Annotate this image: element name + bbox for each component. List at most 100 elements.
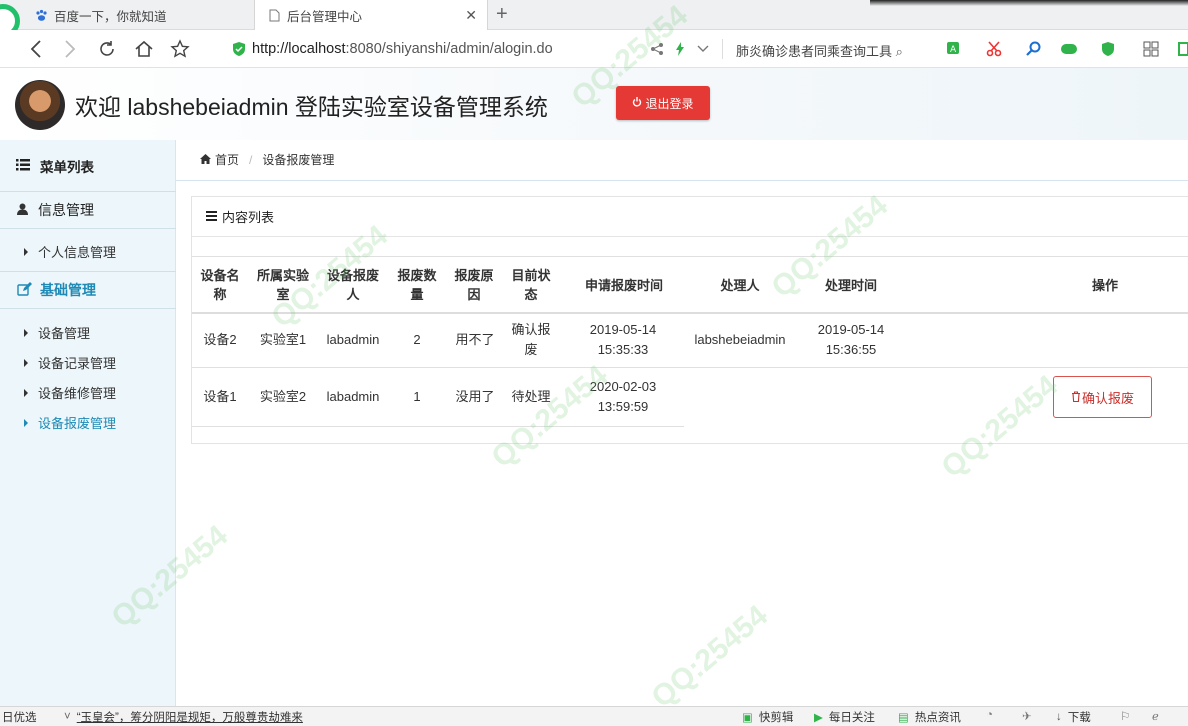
bookmark-star-icon[interactable] (168, 37, 192, 61)
column-header-name: 设备名称 (200, 268, 240, 302)
breadcrumb: 首页 / 设备报废管理 (200, 151, 334, 168)
tab-label: 后台管理中心 (287, 9, 363, 24)
status-left-text[interactable]: 日优选 (2, 709, 37, 725)
tab-label: 百度一下，你就知道 (54, 9, 167, 24)
power-icon (632, 96, 642, 110)
confirm-scrap-label: 确认报废 (1081, 390, 1134, 406)
cell-apply-time: 2019-05-14 15:35:33 (589, 322, 657, 357)
cell-handler: labshebeiadmin (694, 332, 786, 347)
url-text: http://localhost:8080/shiyanshi/admin/al… (252, 41, 553, 57)
close-tab-icon[interactable]: ✕ (465, 7, 477, 24)
list-icon (16, 158, 30, 174)
secure-shield-icon (233, 42, 245, 56)
breadcrumb-current: 设备报废管理 (262, 153, 335, 167)
search-suggestion[interactable]: 肺炎确诊患者同乘查询工具 ⌕ (736, 41, 903, 60)
cell-lab: 实验室1 (259, 332, 307, 347)
cell-person: labadmin (326, 389, 380, 404)
menu-icon (206, 209, 217, 224)
cell-handle-time: 2019-05-14 15:36:55 (817, 322, 885, 357)
sidebar-item-personal-info[interactable]: 个人信息管理 (24, 242, 116, 261)
cell-reason: 用不了 (455, 332, 495, 347)
sidebar-section-info[interactable]: 信息管理 (0, 191, 176, 229)
reload-icon[interactable] (95, 37, 119, 61)
home-icon[interactable] (132, 37, 156, 61)
scissors-icon[interactable] (986, 41, 1002, 57)
lightning-icon[interactable] (675, 41, 685, 57)
forward-icon[interactable] (58, 37, 82, 61)
column-header-action: 操作 (1091, 277, 1118, 293)
address-bar[interactable]: http://localhost:8080/shiyanshi/admin/al… (224, 35, 724, 63)
search-icon: ⌕ (895, 44, 903, 59)
column-header-lab: 所属实验室 (256, 268, 309, 302)
status-item-clip[interactable]: ▣ 快剪辑 (742, 709, 793, 725)
cell-person: labadmin (326, 332, 380, 347)
magnifier-icon[interactable] (1026, 41, 1042, 57)
sidebar-item-equipment-records[interactable]: 设备记录管理 (24, 353, 116, 372)
cell-status: 确认报废 (511, 322, 551, 357)
pin-icon[interactable]: ✈ (1022, 709, 1032, 723)
sidebar-item-equipment-scrap[interactable]: 设备报废管理 (24, 413, 116, 432)
user-icon (17, 202, 28, 218)
svg-text:A: A (950, 45, 957, 55)
status-item-hot[interactable]: ▤ 热点资讯 (898, 709, 961, 725)
table-row-divider (192, 367, 1188, 368)
confirm-scrap-button[interactable]: 确认报废 (1053, 376, 1152, 418)
download-icon: ↓ (1056, 711, 1062, 723)
tab-admin-center[interactable]: 后台管理中心 ✕ (254, 0, 488, 30)
caret-right-icon (24, 328, 28, 337)
table-bottom-border (192, 426, 684, 427)
status-item-daily[interactable]: ▶ 每日关注 (814, 709, 875, 725)
share-icon[interactable] (650, 41, 664, 57)
cell-reason: 没用了 (455, 389, 495, 404)
column-header-status: 目前状态 (511, 268, 551, 302)
page-icon (267, 8, 281, 22)
baidu-paw-icon (34, 8, 48, 22)
browser-toolbar: http://localhost:8080/shiyanshi/admin/al… (0, 30, 1188, 68)
chevron-down-icon[interactable] (697, 41, 709, 57)
caret-right-icon (24, 247, 28, 256)
avatar (15, 80, 65, 130)
home-small-icon (200, 153, 211, 167)
cell-status: 待处理 (511, 389, 551, 404)
gamepad-icon[interactable] (1060, 41, 1078, 57)
cell-apply-time: 2020-02-03 13:59:59 (589, 379, 657, 414)
toolbar-divider (722, 39, 723, 59)
cell-qty: 1 (413, 389, 421, 404)
panel-header: 内容列表 (192, 197, 1188, 237)
speed-icon[interactable]: ◔ (986, 709, 993, 721)
breadcrumb-separator: / (249, 152, 253, 167)
apps-grid-icon[interactable] (1143, 41, 1159, 57)
cell-qty: 2 (413, 332, 421, 347)
logout-button[interactable]: 退出登录 (616, 86, 710, 120)
column-header-handler: 处理人 (720, 277, 760, 293)
back-icon[interactable] (24, 37, 48, 61)
chevron-icon: ˅ (64, 711, 71, 723)
trash-icon (1071, 390, 1081, 405)
news-icon: ▤ (898, 712, 909, 724)
translate-extension-icon[interactable]: A (946, 41, 964, 57)
column-header-apply-time: 申请报废时间 (584, 277, 663, 293)
status-news[interactable]: ˅ “玉皇会”，筹分阴阳是规矩，万般尊贵劫难来 (64, 709, 303, 725)
edit-icon (17, 281, 32, 299)
logout-label: 退出登录 (645, 96, 694, 111)
column-header-handle-time: 处理时间 (824, 277, 877, 293)
ie-icon[interactable]: ℯ (1152, 709, 1159, 723)
clip-icon: ▣ (742, 712, 753, 724)
page-header: 欢迎 labshebeiadmin 登陆实验室设备管理系统 退出登录 (0, 68, 1188, 140)
status-item-download[interactable]: ↓ 下载 (1056, 709, 1091, 725)
caret-right-icon (24, 388, 28, 397)
sidebar: 菜单列表 信息管理 个人信息管理 基础管理 设备管理 设备记录管理 设备维修管理… (0, 140, 176, 706)
flag-icon[interactable]: ⚐ (1120, 709, 1130, 723)
column-header-reason: 报废原因 (454, 268, 494, 302)
yen-icon[interactable] (1100, 41, 1116, 57)
sidebar-item-equipment-repair[interactable]: 设备维修管理 (24, 383, 116, 402)
cell-name: 设备1 (203, 389, 237, 404)
browser-status-bar: 日优选 ˅ “玉皇会”，筹分阴阳是规矩，万般尊贵劫难来 ▣ 快剪辑 ▶ 每日关注 ▤ 热… (0, 706, 1188, 726)
green-square-icon[interactable] (1178, 41, 1188, 57)
tab-baidu[interactable]: 百度一下，你就知道 (18, 0, 250, 30)
new-tab-button[interactable]: + (496, 3, 508, 25)
breadcrumb-home[interactable]: 首页 (215, 151, 239, 168)
sidebar-item-equipment[interactable]: 设备管理 (24, 323, 90, 342)
sidebar-section-basic[interactable]: 基础管理 (0, 271, 176, 309)
caret-right-icon (24, 418, 28, 427)
